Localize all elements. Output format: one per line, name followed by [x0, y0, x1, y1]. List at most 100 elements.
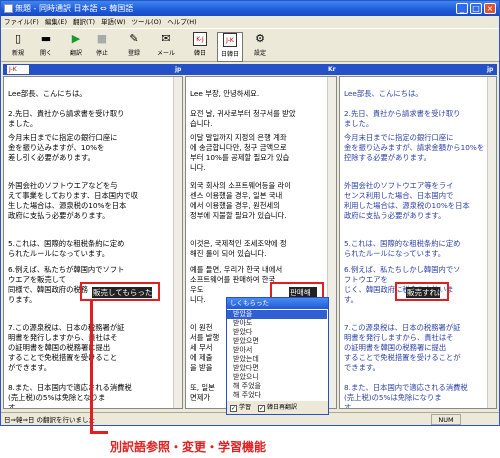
- toolbar: ▯ 新規 ▬ 開く ▶ 翻訳 ■ 停止 ✎ 登録 ✉ メール K-J 韓日 J-K 日韓日 ⚙ 設定: [1, 28, 499, 62]
- text-block: 7.この源泉税は、日本の税務署が証 明書を発行しますから、貴社はそ の証明書を韓国の…: [344, 323, 486, 373]
- close-button[interactable]: ×: [484, 3, 496, 14]
- retranslate-checkbox[interactable]: ✓: [257, 405, 265, 412]
- menu-item[interactable]: 編集(E): [42, 18, 70, 26]
- alternative-item[interactable]: 받았다: [233, 328, 252, 337]
- menu-item[interactable]: ツール(O): [129, 18, 165, 26]
- pane-scrollbar[interactable]: [487, 77, 496, 408]
- alternative-item[interactable]: 해 주었다: [233, 391, 261, 400]
- text-line: られたルールになっています。: [8, 249, 110, 258]
- pane-scrollbar[interactable]: [173, 77, 182, 408]
- alternative-item[interactable]: 해 주었을: [233, 382, 261, 391]
- language-selector[interactable]: J-K: [7, 65, 29, 74]
- title-bar[interactable]: 無題 - 同時通訳 日本語 ⇔ 韓国語 _ □ ×: [1, 1, 499, 16]
- text-line: 2.先日、貴社から請求書を受け取り: [8, 109, 125, 118]
- num-lock-indicator: NUM: [431, 414, 461, 425]
- text-block: Lee部長、こんにちは。: [344, 89, 486, 99]
- window-title: 無題 - 同時通訳 日本語 ⇔ 韓国語: [15, 4, 134, 13]
- text-line: 利用した場合は、源泉税の10%を日本: [344, 201, 470, 210]
- minimize-button[interactable]: _: [456, 3, 468, 14]
- text-line: 外国会社のソフトウエアなどを与: [8, 181, 118, 190]
- text-line: できます。: [344, 363, 380, 372]
- menu-item[interactable]: ヘルプ(H): [164, 18, 199, 26]
- alternative-item[interactable]: 받았다면: [233, 364, 259, 373]
- text-line: ました。: [8, 119, 38, 128]
- toolbar-label: 韓日: [193, 50, 206, 57]
- toolbar-label: 停止: [95, 50, 108, 57]
- text-line: 6.例えば、私たちが韓国内でソフト: [8, 265, 125, 274]
- text-block: 2.先日、貴社から請求書を受け取り ました。: [8, 109, 172, 129]
- alternative-item[interactable]: 받았으면: [233, 337, 259, 346]
- text-line: えて事業をしております、日本国内で収: [8, 191, 138, 200]
- toolbar-label: 設定: [253, 50, 266, 57]
- callout-box-jp2: [395, 282, 449, 301]
- menu-item[interactable]: 単語(W): [98, 18, 129, 26]
- text-line: 정부에 지불할 필요가 있습니다.: [190, 211, 287, 220]
- alternative-item[interactable]: 받았는데: [233, 355, 259, 364]
- text-block: Lee 부장, 안녕하세요.: [190, 89, 326, 99]
- text-block: 이것은, 국제적인 조세조약에 정 해진 룰이 되어 있습니다.: [190, 239, 326, 259]
- text-line: 센스 이용했을 경우, 일본 국내: [190, 191, 283, 200]
- alternative-item[interactable]: 받아도: [233, 319, 252, 328]
- text-line: 해진 룰이 되어 있습니다.: [190, 249, 267, 258]
- text-block: 外国会社のソフトウエアなどを与 えて事業をしております、日本国内で収 生した場合は、…: [8, 181, 172, 221]
- text-line: 2.先日、貴社から請求書を受け取り: [344, 109, 461, 118]
- alternative-item[interactable]: 받았을: [227, 310, 327, 319]
- text-line: ました。: [344, 119, 374, 128]
- menu-item[interactable]: 翻訳(T): [70, 18, 98, 26]
- alternative-item[interactable]: 받아서: [233, 346, 252, 355]
- japanese-retranslation-pane[interactable]: Lee部長、こんにちは。 2.先日、貴社から請求書を受け取り ました。今月末日までに…: [339, 76, 497, 409]
- toolbar-label: 開く: [39, 50, 52, 57]
- text-line: 明書を発行しますから、貴社はそ: [344, 333, 454, 342]
- toolbar-button[interactable]: ▯ 新規: [5, 32, 31, 60]
- text-line: 습니다.: [190, 119, 213, 128]
- app-icon: [4, 4, 13, 13]
- pane-tag-jp: jp: [175, 66, 182, 73]
- toolbar-button[interactable]: ⚙ 設定: [247, 32, 273, 60]
- alternative-translation-popup: しくもらった 받았을 받아도 받았다 받았으면 받아서 받았는데 받았다면 받았으니 해 주었을…: [226, 297, 329, 415]
- callout-box-jp: [80, 282, 160, 301]
- text-block: 8.また、日本国内で適応される消費税 (売上税)の5%は免除になりま す。: [344, 383, 486, 409]
- japanese-source-pane[interactable]: Lee部長、こんにちは。 2.先日、貴社から請求書を受け取り ました。 今月末日までに…: [3, 76, 183, 409]
- mail-icon: ✉: [161, 32, 171, 45]
- text-line: 8.また、日本国内で適応される消費税: [344, 383, 468, 392]
- toolbar-button[interactable]: ▶ 翻訳: [63, 32, 89, 60]
- text-block: Lee部長、こんにちは。: [8, 89, 172, 99]
- text-line: 政府に支払う必要があります。: [8, 211, 110, 220]
- toolbar-label: 登録: [127, 50, 140, 57]
- text-line: 부터 10%를 공제할 필요가 있습: [190, 153, 290, 162]
- menu-item[interactable]: ファイル(F): [1, 18, 42, 26]
- text-line: (売上税)の5%は免除になりま: [344, 393, 442, 402]
- retranslate-label: 韓日再翻訳: [266, 404, 297, 411]
- toolbar-button[interactable]: J-K 日韓日: [217, 32, 243, 62]
- play-icon: ▶: [71, 32, 81, 45]
- text-line: 金を振り込みますが、10%を: [8, 143, 105, 152]
- toolbar-button[interactable]: ■ 停止: [89, 32, 115, 60]
- callout-line: [90, 301, 93, 433]
- text-block: 요전 날, 귀사로부터 청구서를 받았 습니다.: [190, 109, 326, 129]
- text-line: 政府に支払う必要があります。: [344, 211, 446, 220]
- pane-tag-kr: Kr: [328, 66, 336, 73]
- text-line: 이달 말일까지 지정의 은행 계좌: [190, 133, 287, 142]
- text-line: す。: [344, 403, 358, 409]
- learn-label: 学習: [239, 404, 252, 411]
- toolbar-label: 日韓日: [220, 51, 239, 58]
- text-line: 5.これは、国際的な租税条約に定め: [8, 239, 125, 248]
- text-line: 에 송금합니다만, 청구 금액으로: [190, 143, 287, 152]
- toolbar-button[interactable]: ✎ 登録: [121, 32, 147, 60]
- screenshot-stage: 無題 - 同時通訳 日本語 ⇔ 韓国語 _ □ × ファイル(F) 編集(E) 翻訳…: [0, 0, 500, 458]
- text-block: 今月末日までに指定の銀行口座に 金を振り込みますが、請求金額から10%を 控除する必…: [344, 133, 486, 163]
- learn-checkbox[interactable]: ✓: [230, 405, 237, 412]
- text-line: られたルールになっています。: [344, 249, 446, 258]
- toolbar-button[interactable]: ✉ メール: [153, 32, 179, 60]
- toolbar-button[interactable]: K-J 韓日: [187, 32, 213, 60]
- toolbar-button[interactable]: ▬ 開く: [33, 32, 59, 60]
- text-line: の証明書を韓国の税務署に提出: [344, 343, 447, 352]
- text-line: 差し引く必要があります。: [8, 153, 95, 162]
- text-block: 5.これは、国際的な租税条約に定め られたルールになっています。: [8, 239, 172, 259]
- text-line: 生した場合は、源泉税の10%を日本: [8, 201, 127, 210]
- maximize-button[interactable]: □: [470, 3, 482, 14]
- toolbar-label: 翻訳: [69, 50, 82, 57]
- alternative-item[interactable]: 받았으니: [233, 373, 259, 382]
- text-line: 控除する必要があります。: [344, 153, 431, 162]
- text-line: 예를 들면, 우리가 한국 내에서: [190, 265, 283, 274]
